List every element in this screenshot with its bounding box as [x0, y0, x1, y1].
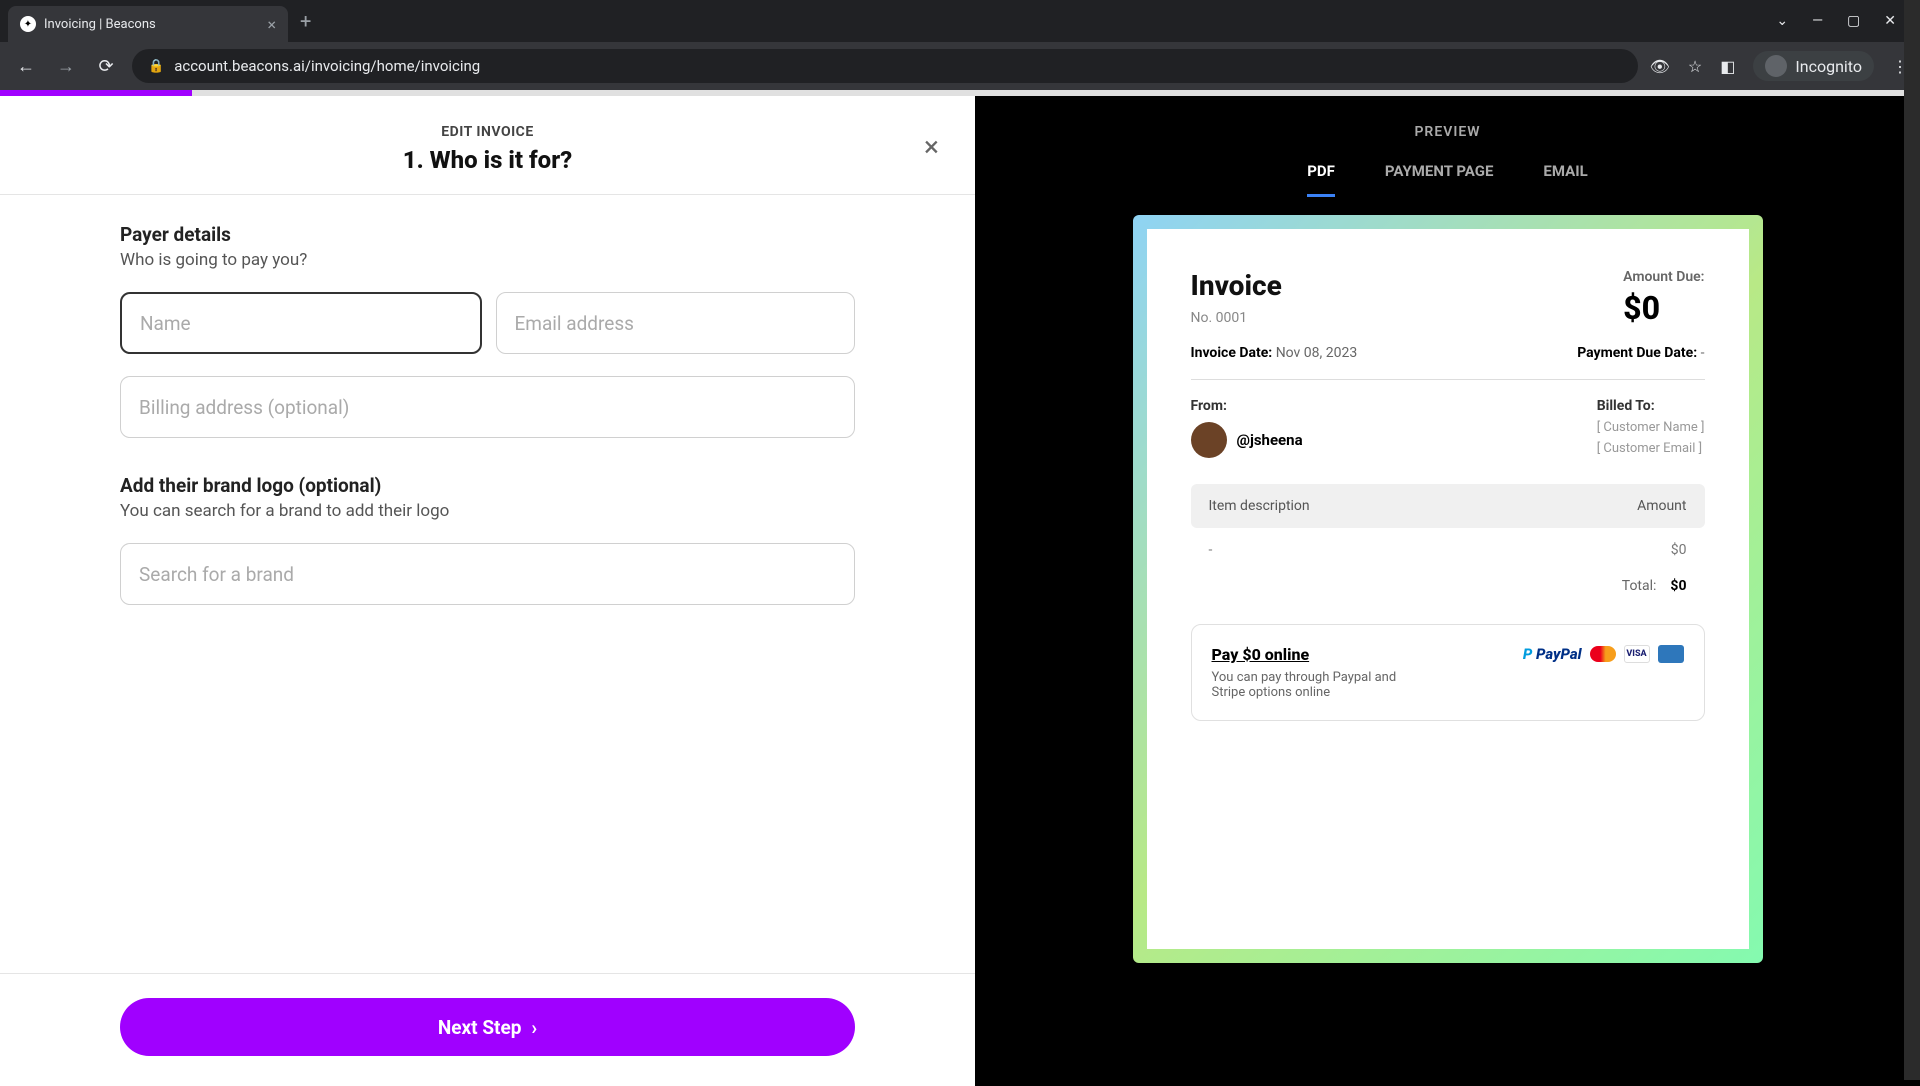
- invoice-title: Invoice: [1191, 269, 1282, 302]
- amount-due-value: $0: [1623, 289, 1704, 327]
- chevron-down-icon[interactable]: ⌄: [1776, 13, 1788, 29]
- payment-due-value: -: [1701, 345, 1705, 361]
- brand-logo-title: Add their brand logo (optional): [120, 474, 855, 497]
- amount-due-label: Amount Due:: [1623, 269, 1704, 285]
- tab-title: Invoicing | Beacons: [44, 17, 259, 32]
- tab-pdf[interactable]: PDF: [1307, 162, 1335, 197]
- total-row: Total: $0: [1191, 572, 1705, 600]
- item-description: -: [1209, 542, 1213, 558]
- extensions-icon[interactable]: ◧: [1720, 57, 1735, 76]
- incognito-icon: [1765, 55, 1787, 77]
- name-input[interactable]: [120, 292, 482, 354]
- panel-header: EDIT INVOICE 1. Who is it for? ×: [0, 96, 975, 195]
- brand-search-input[interactable]: [120, 543, 855, 605]
- items-header: Item description Amount: [1191, 484, 1705, 528]
- scrollbar[interactable]: [1904, 0, 1920, 1080]
- payer-details-subtitle: Who is going to pay you?: [120, 250, 855, 270]
- browser-chrome: ✦ Invoicing | Beacons × + ⌄ — ▢ ✕ ← → ⟳ …: [0, 0, 1920, 90]
- forward-icon[interactable]: →: [52, 56, 80, 77]
- pdf-preview-frame: Invoice No. 0001 Amount Due: $0 Invoice …: [1133, 215, 1763, 963]
- lock-icon: 🔒: [148, 59, 164, 74]
- visa-icon: VISA: [1624, 645, 1650, 663]
- pdf-document: Invoice No. 0001 Amount Due: $0 Invoice …: [1147, 229, 1749, 949]
- pay-online-box: Pay $0 online You can pay through Paypal…: [1191, 624, 1705, 721]
- col-description: Item description: [1209, 498, 1310, 514]
- incognito-label: Incognito: [1795, 57, 1862, 76]
- back-icon[interactable]: ←: [12, 56, 40, 77]
- payment-method-icons: P PayPal VISA: [1523, 645, 1684, 663]
- close-panel-icon[interactable]: ×: [924, 130, 939, 163]
- tab-payment-page[interactable]: PAYMENT PAGE: [1385, 162, 1494, 197]
- edit-panel: EDIT INVOICE 1. Who is it for? × Payer d…: [0, 96, 975, 1086]
- next-step-button[interactable]: Next Step ›: [120, 998, 855, 1056]
- billing-address-input[interactable]: [120, 376, 855, 438]
- avatar: [1191, 422, 1227, 458]
- close-tab-icon[interactable]: ×: [267, 15, 276, 34]
- total-value: $0: [1670, 578, 1686, 594]
- incognito-badge[interactable]: Incognito: [1753, 51, 1874, 81]
- brand-logo-subtitle: You can search for a brand to add their …: [120, 501, 855, 521]
- customer-email-placeholder: [ Customer Email ]: [1597, 441, 1705, 456]
- favicon-icon: ✦: [20, 16, 36, 32]
- header-eyebrow: EDIT INVOICE: [0, 124, 975, 140]
- pay-online-title: Pay $0 online: [1212, 645, 1422, 664]
- tab-bar: ✦ Invoicing | Beacons × + ⌄ — ▢ ✕: [0, 0, 1920, 42]
- new-tab-button[interactable]: +: [300, 9, 311, 33]
- mastercard-icon: [1590, 646, 1616, 662]
- close-window-icon[interactable]: ✕: [1884, 13, 1896, 29]
- email-input[interactable]: [496, 292, 856, 354]
- preview-panel: PREVIEW PDF PAYMENT PAGE EMAIL Invoice N…: [975, 96, 1920, 1086]
- star-icon[interactable]: ☆: [1688, 57, 1702, 76]
- chevron-right-icon: ›: [531, 1016, 537, 1039]
- payer-details-title: Payer details: [120, 223, 855, 246]
- paypal-icon: P PayPal: [1523, 645, 1582, 663]
- customer-name-placeholder: [ Customer Name ]: [1597, 420, 1705, 435]
- form-area: Payer details Who is going to pay you? A…: [0, 195, 975, 973]
- maximize-icon[interactable]: ▢: [1847, 13, 1860, 29]
- window-controls: ⌄ — ▢ ✕: [1776, 13, 1912, 29]
- invoice-number: No. 0001: [1191, 310, 1282, 326]
- billed-to-label: Billed To:: [1597, 398, 1705, 414]
- browser-tab[interactable]: ✦ Invoicing | Beacons ×: [8, 6, 288, 42]
- tab-email[interactable]: EMAIL: [1543, 162, 1587, 197]
- next-step-label: Next Step: [438, 1016, 522, 1039]
- payment-due-label: Payment Due Date:: [1577, 345, 1697, 361]
- invoice-date-value: Nov 08, 2023: [1276, 345, 1358, 361]
- address-bar: ← → ⟳ 🔒 account.beacons.ai/invoicing/hom…: [0, 42, 1920, 90]
- url-text: account.beacons.ai/invoicing/home/invoic…: [174, 57, 480, 75]
- minimize-icon[interactable]: —: [1812, 13, 1823, 29]
- preview-label: PREVIEW: [1414, 124, 1480, 140]
- eye-off-icon[interactable]: 👁: [1650, 57, 1670, 76]
- total-label: Total:: [1622, 578, 1657, 594]
- item-amount: $0: [1671, 542, 1687, 558]
- pay-online-subtitle: You can pay through Paypal and Stripe op…: [1212, 670, 1422, 700]
- url-input[interactable]: 🔒 account.beacons.ai/invoicing/home/invo…: [132, 49, 1638, 83]
- reload-icon[interactable]: ⟳: [92, 56, 120, 77]
- col-amount: Amount: [1637, 498, 1686, 514]
- invoice-date-label: Invoice Date:: [1191, 345, 1273, 361]
- amex-icon: [1658, 645, 1684, 663]
- header-title: 1. Who is it for?: [0, 146, 975, 174]
- item-row: - $0: [1191, 528, 1705, 572]
- from-handle: @jsheena: [1237, 431, 1303, 449]
- panel-footer: Next Step ›: [0, 973, 975, 1086]
- from-label: From:: [1191, 398, 1303, 414]
- preview-tabs: PDF PAYMENT PAGE EMAIL: [1307, 162, 1587, 197]
